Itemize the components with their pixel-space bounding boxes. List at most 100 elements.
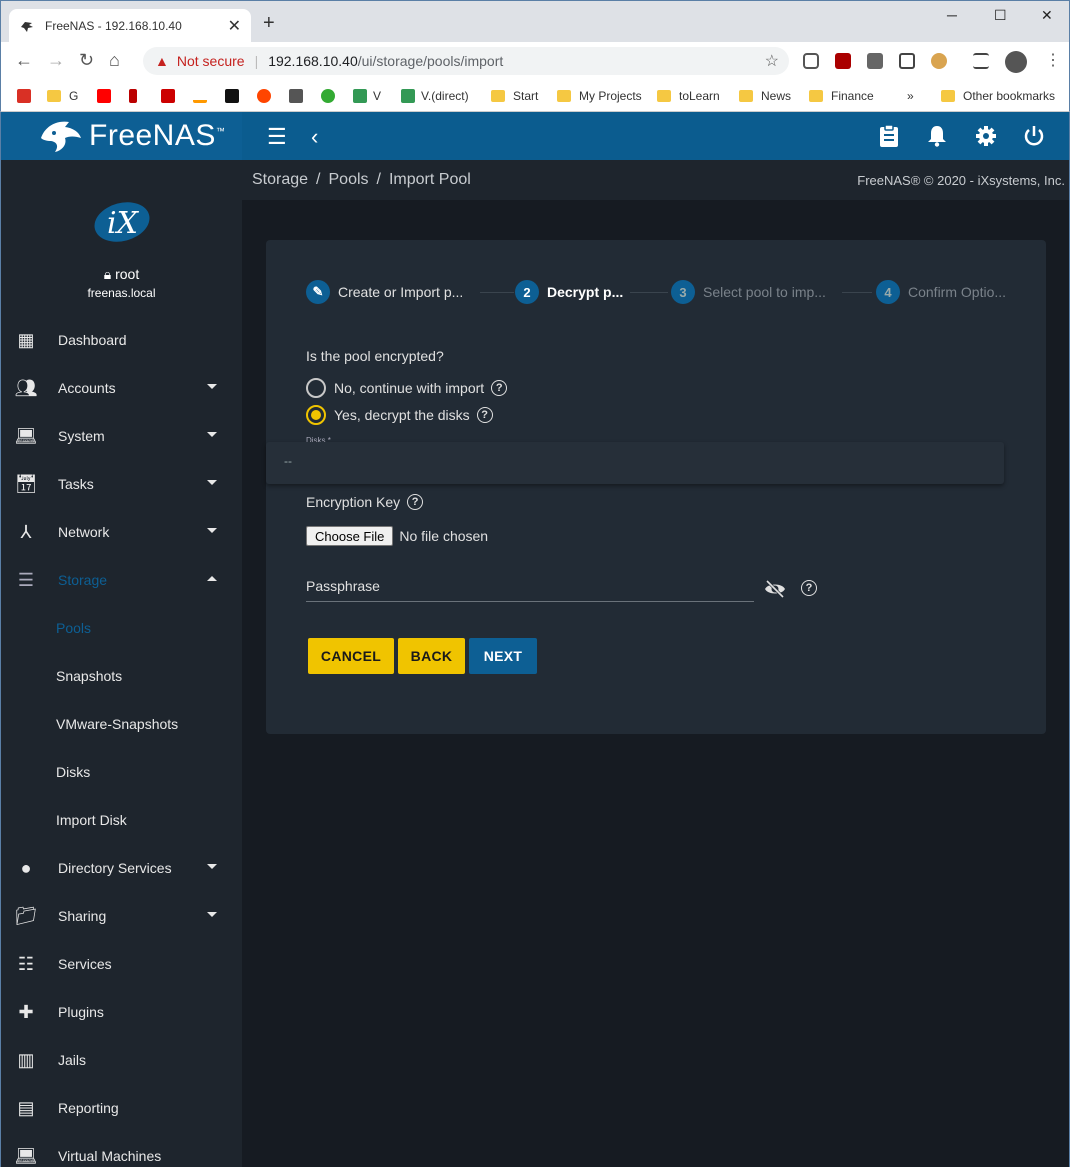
- extension-icon[interactable]: [867, 53, 883, 69]
- close-tab-icon[interactable]: ✕: [228, 16, 241, 36]
- logo[interactable]: FreeNAS™: [1, 112, 242, 160]
- amazon-icon[interactable]: [193, 89, 207, 103]
- folder-icon: [47, 90, 61, 102]
- minimize-icon[interactable]: ─: [947, 7, 957, 23]
- copyright: FreeNAS® © 2020 - iXsystems, Inc.: [857, 173, 1065, 188]
- folder-icon: [657, 90, 671, 102]
- step-1[interactable]: ✎ Create or Import p...: [306, 280, 463, 304]
- maximize-icon[interactable]: ☐: [994, 7, 1007, 24]
- nav-storage-snapshots[interactable]: Snapshots: [1, 652, 242, 700]
- bookmark-tolearn[interactable]: toLearn: [657, 86, 720, 106]
- bookmark-other[interactable]: Other bookmarks: [941, 86, 1055, 106]
- nav-storage-disks[interactable]: Disks: [1, 748, 242, 796]
- browser-tab[interactable]: FreeNAS - 192.168.10.40 ✕: [9, 9, 251, 43]
- nav-storage-pools[interactable]: Pools: [1, 604, 242, 652]
- not-secure-label: Not secure: [176, 53, 245, 69]
- breadcrumb-separator: /: [376, 171, 381, 188]
- radio-button[interactable]: [306, 378, 326, 398]
- step-3[interactable]: 3 Select pool to imp...: [671, 280, 826, 304]
- bookmark-google[interactable]: G: [47, 86, 78, 106]
- digg-icon[interactable]: [225, 89, 239, 103]
- cancel-button[interactable]: CANCEL: [308, 638, 394, 674]
- collapse-chevron-icon[interactable]: ‹: [311, 124, 318, 150]
- freenas-shark-icon: [41, 121, 81, 152]
- bell-icon[interactable]: [927, 125, 947, 147]
- caret-down-icon: [207, 912, 217, 917]
- bookmark-my-projects[interactable]: My Projects: [557, 86, 642, 106]
- browser-tabbar: FreeNAS - 192.168.10.40 ✕ + ─ ☐ ✕: [0, 0, 1070, 43]
- bookmark-news[interactable]: News: [739, 86, 791, 106]
- bookmark-star-icon[interactable]: ☆: [765, 51, 779, 71]
- nav-accounts[interactable]: 👥︎ Accounts: [1, 364, 242, 412]
- nav-network[interactable]: ⅄ Network: [1, 508, 242, 556]
- nav-services[interactable]: ☷ Services: [1, 940, 242, 988]
- pocket-icon[interactable]: [803, 53, 819, 69]
- help-icon[interactable]: ?: [491, 380, 508, 396]
- nav-system[interactable]: 💻︎ System: [1, 412, 242, 460]
- disks-select[interactable]: --: [266, 442, 1004, 484]
- avatar-icon[interactable]: [1005, 51, 1027, 73]
- menu-dots-icon[interactable]: ⋮: [1045, 50, 1061, 70]
- step-2[interactable]: 2 Decrypt p...: [515, 280, 623, 304]
- user-panel: iX 🔒︎ root freenas.local: [1, 160, 242, 310]
- directory-icon: ●: [20, 857, 32, 878]
- reload-icon[interactable]: ↻: [79, 50, 94, 71]
- new-tab-icon[interactable]: +: [263, 12, 275, 35]
- help-icon[interactable]: ?: [476, 407, 493, 423]
- reddit-icon[interactable]: [257, 89, 271, 103]
- ublock-icon[interactable]: [835, 53, 851, 69]
- nav-storage[interactable]: ☰ Storage: [1, 556, 242, 604]
- step-connector: [842, 292, 872, 293]
- forward-icon[interactable]: →: [47, 50, 65, 71]
- nav-directory-services[interactable]: ● Directory Services: [1, 844, 242, 892]
- passphrase-input[interactable]: Passphrase: [306, 576, 754, 602]
- breadcrumb-pools[interactable]: Pools: [329, 171, 369, 188]
- nav-storage-import-disk[interactable]: Import Disk: [1, 796, 242, 844]
- visibility-off-icon[interactable]: [764, 580, 786, 598]
- nav-jails[interactable]: ▥ Jails: [1, 1036, 242, 1084]
- power-icon[interactable]: [1023, 125, 1045, 147]
- cookie-icon[interactable]: [931, 53, 947, 69]
- close-window-icon[interactable]: ✕: [1041, 7, 1053, 24]
- back-button[interactable]: BACK: [398, 638, 465, 674]
- choose-file-button[interactable]: Choose File: [306, 526, 394, 546]
- nav-reporting[interactable]: ▤ Reporting: [1, 1084, 242, 1132]
- more-bookmarks[interactable]: »: [907, 86, 914, 106]
- gear-icon[interactable]: [975, 125, 997, 147]
- breadcrumb-storage[interactable]: Storage: [252, 171, 308, 188]
- username: 🔒︎ root: [103, 266, 140, 282]
- bookmark-start[interactable]: Start: [491, 86, 538, 106]
- nav-virtual-machines[interactable]: 💻︎ Virtual Machines: [1, 1132, 242, 1167]
- nav-storage-vmware-snapshots[interactable]: VMware-Snapshots: [1, 700, 242, 748]
- nav-sharing[interactable]: 📁︎ Sharing: [1, 892, 242, 940]
- chat-icon[interactable]: [289, 89, 303, 103]
- play-icon[interactable]: [321, 89, 335, 103]
- radio-decrypt-disks[interactable]: Yes, decrypt the disks ?: [306, 405, 493, 425]
- radio-button-selected[interactable]: [306, 405, 326, 425]
- computer-icon: 💻︎: [14, 1145, 38, 1166]
- nav-dashboard[interactable]: ▦ Dashboard: [1, 316, 242, 364]
- home-icon[interactable]: ⌂: [109, 50, 120, 71]
- netflix-icon[interactable]: [129, 89, 137, 103]
- help-icon[interactable]: ?: [801, 580, 817, 596]
- news-site-icon[interactable]: [161, 89, 175, 103]
- address-bar[interactable]: ▲ Not secure | 192.168.10.40 /ui/storage…: [143, 47, 789, 75]
- step-4[interactable]: 4 Confirm Optio...: [876, 280, 1006, 304]
- bookmark-v[interactable]: V: [353, 86, 381, 106]
- nav-tasks[interactable]: 📅︎ Tasks: [1, 460, 242, 508]
- help-icon[interactable]: ?: [407, 494, 424, 510]
- next-button[interactable]: NEXT: [469, 638, 537, 674]
- gmail-icon[interactable]: [17, 89, 31, 103]
- back-icon[interactable]: ←: [15, 50, 33, 71]
- bulb-extension-icon[interactable]: [899, 53, 915, 69]
- storage-icon: ☰: [17, 569, 35, 590]
- nav-plugins[interactable]: ✚ Plugins: [1, 988, 242, 1036]
- radio-no-encryption[interactable]: No, continue with import ?: [306, 378, 508, 398]
- media-icon[interactable]: [973, 53, 989, 69]
- youtube-icon[interactable]: [97, 89, 111, 103]
- caret-down-icon: [207, 384, 217, 389]
- bookmark-finance[interactable]: Finance: [809, 86, 874, 106]
- clipboard-icon[interactable]: [879, 124, 899, 148]
- bookmark-v-direct[interactable]: V.(direct): [401, 86, 469, 106]
- hamburger-menu-icon[interactable]: ☰: [267, 124, 287, 150]
